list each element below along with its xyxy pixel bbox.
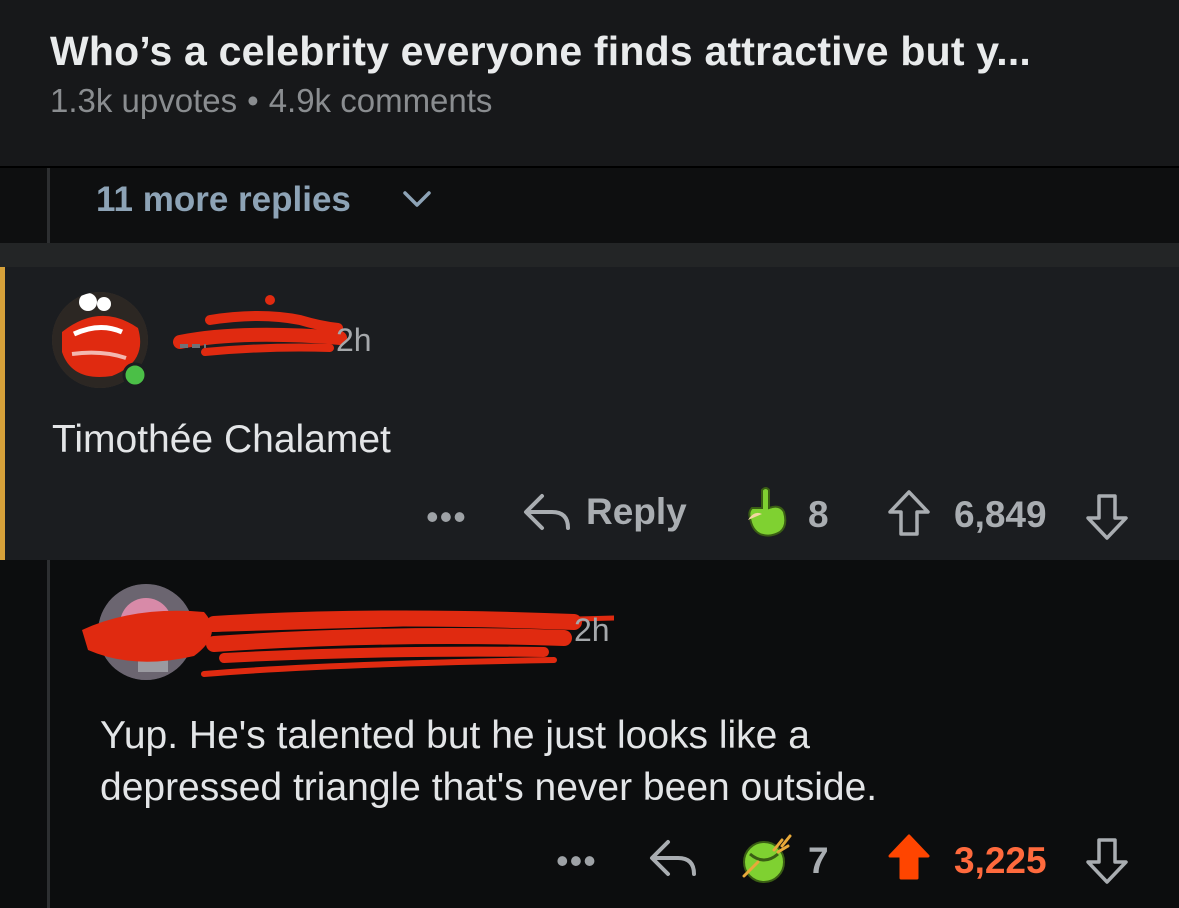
upvote-count: 1.3k upvotes	[50, 82, 238, 119]
downvote-icon[interactable]	[1084, 490, 1130, 542]
chevron-down-icon[interactable]	[400, 186, 434, 212]
divider	[0, 243, 1179, 267]
reply-button[interactable]: Reply	[522, 490, 687, 534]
comment-age: 2h	[336, 322, 372, 358]
meta-separator: •	[247, 82, 259, 119]
post-title[interactable]: Who’s a celebrity everyone finds attract…	[50, 28, 1031, 75]
reply-icon[interactable]	[648, 836, 698, 880]
more-options-button[interactable]: •••	[556, 840, 597, 882]
upvote-icon[interactable]	[886, 488, 932, 540]
reply-icon	[524, 494, 570, 530]
award-count: 7	[808, 840, 829, 881]
award-icon[interactable]	[744, 486, 792, 540]
comment-count: 4.9k comments	[268, 82, 493, 119]
username-redaction	[173, 295, 347, 356]
award-count: 8	[808, 494, 829, 535]
comment-body: Timothée Chalamet	[52, 418, 391, 461]
online-status-icon	[122, 362, 148, 388]
upvote-icon[interactable]	[886, 832, 932, 884]
comment-body: Yup. He's talented but he just looks lik…	[100, 710, 877, 814]
comment-body-line: Yup. He's talented but he just looks lik…	[100, 714, 810, 757]
award-icon[interactable]	[738, 832, 798, 886]
comment-score: 3,225	[954, 840, 1047, 881]
more-replies-button[interactable]: 11 more replies	[96, 180, 351, 220]
username-redaction	[82, 610, 614, 677]
downvote-icon[interactable]	[1084, 834, 1130, 886]
reddit-thread-page: Who’s a celebrity everyone finds attract…	[0, 0, 1179, 908]
highlight-bar	[0, 267, 5, 560]
comment-score: 6,849	[954, 494, 1047, 535]
thread-line[interactable]	[47, 168, 50, 243]
post-meta: 1.3k upvotes • 4.9k comments	[50, 82, 492, 120]
post-header[interactable]: Who’s a celebrity everyone finds attract…	[0, 0, 1179, 168]
reply-label: Reply	[586, 491, 687, 532]
comment-age: 2h	[574, 612, 610, 648]
more-options-button[interactable]: •••	[426, 496, 467, 538]
comment-body-line: depressed triangle that's never been out…	[100, 766, 878, 809]
thread-line[interactable]	[47, 560, 50, 908]
